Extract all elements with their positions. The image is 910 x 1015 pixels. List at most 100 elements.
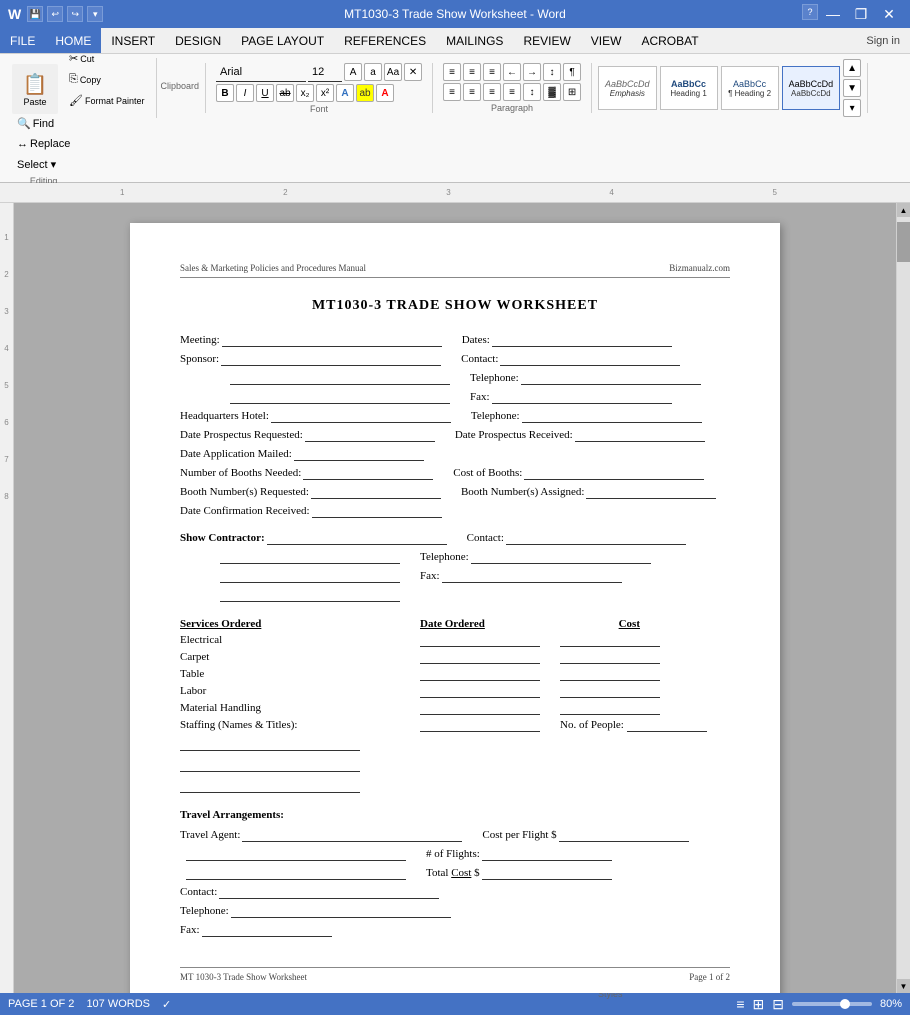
fax-line[interactable] — [492, 391, 672, 404]
scroll-track[interactable] — [897, 217, 910, 979]
staffing-extra-line-2[interactable] — [180, 759, 360, 772]
styles-scroll[interactable]: ▲ ▼ ▾ — [843, 59, 861, 117]
service-material-cost[interactable] — [560, 702, 660, 715]
telephone2-line[interactable] — [522, 410, 702, 423]
staffing-extra-line-3[interactable] — [180, 780, 360, 793]
select-button[interactable]: Select ▾ — [12, 155, 75, 174]
cost-per-flight-line[interactable] — [559, 829, 689, 842]
travel-fax-line[interactable] — [202, 924, 332, 937]
paste-button[interactable]: 📋 Paste — [12, 64, 58, 114]
hq-hotel-line[interactable] — [271, 410, 451, 423]
menu-references[interactable]: REFERENCES — [334, 28, 436, 53]
style-heading1[interactable]: AaBbCc Heading 1 — [660, 66, 718, 110]
num-flights-line[interactable] — [482, 848, 612, 861]
styles-scroll-up[interactable]: ▲ — [843, 59, 861, 77]
date-confirm-line[interactable] — [312, 505, 442, 518]
text-effects-button[interactable]: A — [336, 84, 354, 102]
service-carpet-cost[interactable] — [560, 651, 660, 664]
vertical-scrollbar[interactable]: ▲ ▼ — [896, 203, 910, 993]
window-controls[interactable]: ? — ❐ ✕ — [802, 4, 902, 24]
service-electrical-date[interactable] — [420, 634, 540, 647]
highlight-button[interactable]: ab — [356, 84, 374, 102]
scroll-up-button[interactable]: ▲ — [897, 203, 910, 217]
styles-more[interactable]: ▾ — [843, 99, 861, 117]
minimize-button[interactable]: — — [820, 4, 846, 24]
strikethrough-button[interactable]: ab — [276, 84, 294, 102]
travel-telephone-line[interactable] — [231, 905, 451, 918]
show-marks-button[interactable]: ¶ — [563, 63, 581, 81]
numbering-button[interactable]: ≡ — [463, 63, 481, 81]
menu-file[interactable]: FILE — [0, 28, 45, 53]
superscript-button[interactable]: x² — [316, 84, 334, 102]
help-icon[interactable]: ? — [802, 4, 818, 20]
no-people-line[interactable] — [627, 719, 707, 732]
find-button[interactable]: 🔍 Find — [12, 114, 75, 133]
redo-icon[interactable]: ↪ — [67, 6, 83, 22]
staffing-extra-line-1[interactable] — [180, 738, 360, 751]
decrease-indent-button[interactable]: ← — [503, 63, 521, 81]
travel-agent-line[interactable] — [242, 829, 462, 842]
date-prospectus-rec-line[interactable] — [575, 429, 705, 442]
contractor2-line[interactable] — [220, 551, 400, 564]
staffing-names-line[interactable] — [420, 719, 540, 732]
service-labor-cost[interactable] — [560, 685, 660, 698]
font-color-button[interactable]: A — [376, 84, 394, 102]
scroll-down-button[interactable]: ▼ — [897, 979, 910, 993]
justify-button[interactable]: ≡ — [503, 83, 521, 101]
styles-scroll-down[interactable]: ▼ — [843, 79, 861, 97]
signin-link[interactable]: Sign in — [866, 35, 910, 47]
copy-button[interactable]: ⎘ Copy — [64, 70, 150, 89]
agent3-line[interactable] — [186, 867, 406, 880]
menu-page-layout[interactable]: PAGE LAYOUT — [231, 28, 334, 53]
telephone3-line[interactable] — [471, 551, 651, 564]
date-prospectus-req-line[interactable] — [305, 429, 435, 442]
travel-contact-line[interactable] — [219, 886, 439, 899]
contractor3-line[interactable] — [220, 570, 400, 583]
title-bar-icons[interactable]: 💾 ↩ ↪ ▾ — [27, 6, 103, 22]
multilevel-button[interactable]: ≡ — [483, 63, 501, 81]
service-carpet-date[interactable] — [420, 651, 540, 664]
contact-line[interactable] — [500, 353, 680, 366]
dates-line[interactable] — [492, 334, 672, 347]
cost-booths-line[interactable] — [524, 467, 704, 480]
sponsor-line[interactable] — [221, 353, 441, 366]
font-name-input[interactable] — [216, 62, 306, 82]
blank-line[interactable] — [230, 391, 450, 404]
view-normal-icon[interactable]: ≡ — [736, 996, 744, 1012]
italic-button[interactable]: I — [236, 84, 254, 102]
save-icon[interactable]: 💾 — [27, 6, 43, 22]
bold-button[interactable]: B — [216, 84, 234, 102]
menu-review[interactable]: REVIEW — [513, 28, 580, 53]
center-button[interactable]: ≡ — [463, 83, 481, 101]
show-contractor-line[interactable] — [267, 532, 447, 545]
style-emphasis[interactable]: AaBbCcDd Emphasis — [598, 66, 657, 110]
menu-mailings[interactable]: MAILINGS — [436, 28, 513, 53]
font-size-input[interactable] — [308, 62, 342, 82]
underline-button[interactable]: U — [256, 84, 274, 102]
increase-indent-button[interactable]: → — [523, 63, 541, 81]
borders-button[interactable]: ⊞ — [563, 83, 581, 101]
subscript-button[interactable]: x₂ — [296, 84, 314, 102]
style-normal[interactable]: AaBbCcDd AaBbCcDd — [782, 66, 841, 110]
line-spacing-button[interactable]: ↕ — [523, 83, 541, 101]
total-cost-line[interactable] — [482, 867, 612, 880]
cut-button[interactable]: ✂ Cut — [64, 49, 150, 68]
menu-view[interactable]: VIEW — [581, 28, 632, 53]
replace-button[interactable]: ↔ Replace — [12, 135, 75, 153]
service-table-cost[interactable] — [560, 668, 660, 681]
meeting-line[interactable] — [222, 334, 442, 347]
service-electrical-cost[interactable] — [560, 634, 660, 647]
shrink-font-button[interactable]: a — [364, 63, 382, 81]
num-booths-line[interactable] — [303, 467, 433, 480]
change-case-button[interactable]: Aa — [384, 63, 402, 81]
sort-button[interactable]: ↕ — [543, 63, 561, 81]
view-web-icon[interactable]: ⊟ — [772, 996, 784, 1013]
close-button[interactable]: ✕ — [876, 4, 902, 24]
align-right-button[interactable]: ≡ — [483, 83, 501, 101]
service-labor-date[interactable] — [420, 685, 540, 698]
grow-font-button[interactable]: A — [344, 63, 362, 81]
view-layout-icon[interactable]: ⊞ — [753, 996, 765, 1013]
fax2-line[interactable] — [442, 570, 622, 583]
sponsor2-line[interactable] — [230, 372, 450, 385]
bullets-button[interactable]: ≡ — [443, 63, 461, 81]
